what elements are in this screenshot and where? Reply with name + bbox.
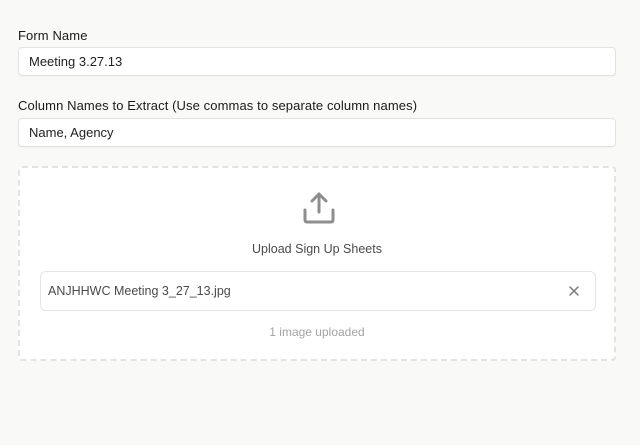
column-names-label: Column Names to Extract (Use commas to s… (18, 98, 418, 113)
upload-caption: Upload Sign Up Sheets (252, 242, 382, 256)
column-names-input[interactable] (18, 118, 616, 147)
remove-file-button[interactable] (567, 284, 581, 298)
uploaded-file-name: ANJHHWC Meeting 3_27_13.jpg (48, 284, 231, 298)
upload-icon (303, 192, 335, 224)
upload-dropzone[interactable]: Upload Sign Up Sheets ANJHHWC Meeting 3_… (18, 166, 616, 361)
uploaded-file-item: ANJHHWC Meeting 3_27_13.jpg (40, 271, 596, 311)
close-icon (569, 286, 579, 296)
upload-form: Form Name Column Names to Extract (Use c… (0, 0, 640, 445)
form-name-label: Form Name (18, 28, 88, 43)
upload-status: 1 image uploaded (269, 325, 365, 339)
form-name-input[interactable] (18, 47, 616, 76)
